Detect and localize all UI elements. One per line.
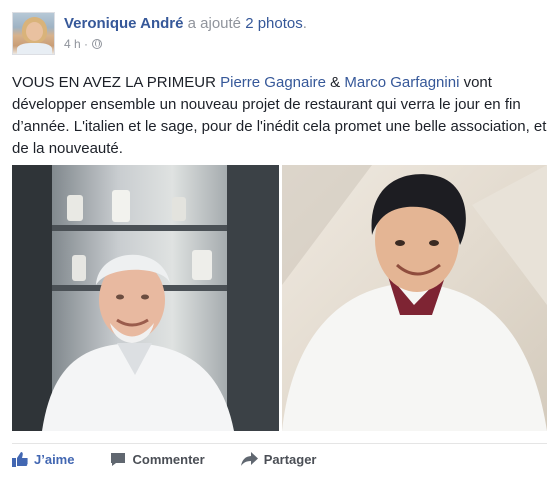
comment-label: Commenter — [132, 452, 205, 467]
post-message: VOUS EN AVEZ LA PRIMEUR Pierre Gagnaire … — [12, 72, 547, 160]
post-header: Veronique André a ajouté 2 photos. 4 h · — [12, 12, 307, 55]
message-text-2: & — [326, 74, 345, 91]
share-button[interactable]: Partager — [240, 452, 317, 467]
comment-button[interactable]: Commenter — [110, 452, 205, 467]
globe-icon[interactable] — [92, 39, 103, 49]
post-title-line: Veronique André a ajouté 2 photos. — [64, 14, 307, 33]
timestamp-link[interactable]: 4 h · — [64, 37, 88, 51]
share-arrow-icon — [240, 452, 258, 466]
photo-marco-garfagnini[interactable] — [282, 165, 547, 431]
action-suffix: . — [302, 15, 307, 32]
like-button[interactable]: J’aime — [12, 452, 74, 467]
photos-link[interactable]: 2 photos — [245, 15, 303, 32]
post-meta: Veronique André a ajouté 2 photos. 4 h · — [64, 14, 307, 55]
photo-pierre-gagnaire[interactable] — [12, 165, 279, 431]
mention-pierre-gagnaire[interactable]: Pierre Gagnaire — [220, 74, 326, 91]
actions-divider — [12, 443, 547, 444]
thumbs-up-icon — [12, 452, 28, 467]
action-text: a ajouté — [187, 15, 242, 32]
comment-icon — [111, 453, 126, 466]
facebook-post: Veronique André a ajouté 2 photos. 4 h ·… — [0, 0, 559, 479]
author-avatar[interactable] — [12, 12, 55, 55]
like-label: J’aime — [34, 452, 75, 467]
mention-marco-garfagnini[interactable]: Marco Garfagnini — [344, 74, 459, 91]
photo-grid — [12, 165, 547, 431]
message-text-1: VOUS EN AVEZ LA PRIMEUR — [12, 74, 221, 91]
share-label: Partager — [263, 452, 317, 467]
post-actions-bar: J’aime Commenter Partager — [12, 452, 352, 467]
post-timestamp-line: 4 h · — [64, 37, 307, 51]
author-name-link[interactable]: Veronique André — [64, 15, 183, 32]
